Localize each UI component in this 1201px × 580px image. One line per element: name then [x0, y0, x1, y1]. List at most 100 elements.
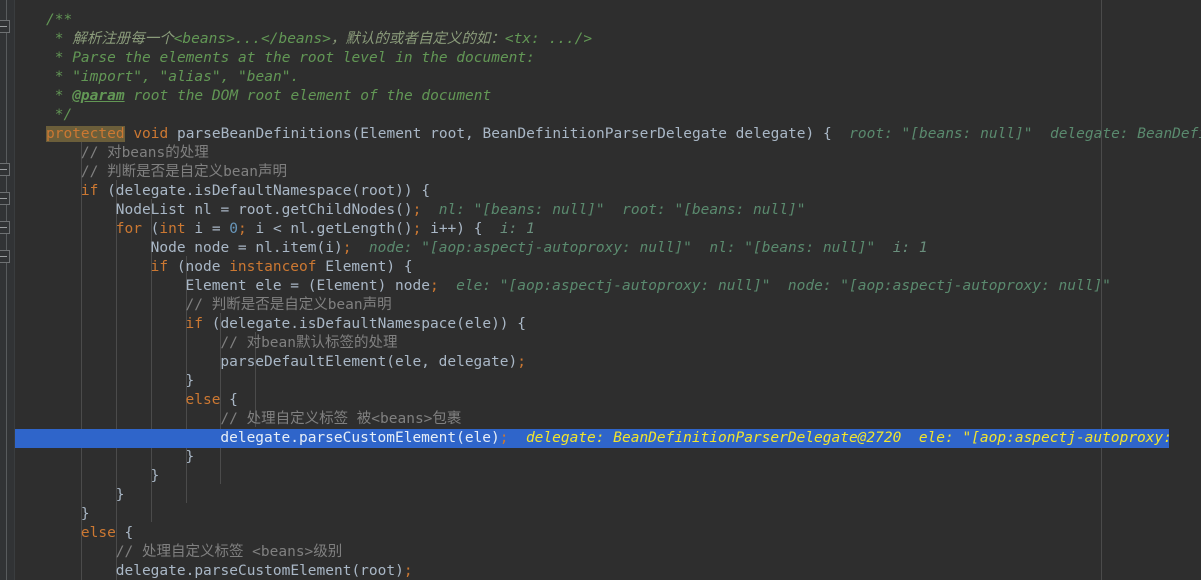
- code-token: 0: [229, 221, 239, 237]
- code-token: i: 1: [499, 221, 535, 237]
- code-editor[interactable]: /** * 解析注册每一个<beans>...</beans>，默认的或者自定义…: [0, 0, 1201, 580]
- code-token: ，默认的或者自定义的如：: [330, 31, 505, 47]
- code-surface[interactable]: /** * 解析注册每一个<beans>...</beans>，默认的或者自定义…: [14, 0, 1201, 580]
- fold-marker-method-1[interactable]: [0, 163, 10, 176]
- code-token: Node node = nl.item(i): [150, 240, 343, 256]
- code-line[interactable]: else {: [186, 391, 238, 410]
- code-token: ;: [412, 202, 422, 218]
- code-token: <beans>...</beans>: [173, 31, 331, 47]
- code-token: delegate: BeanDefinitionParserDelegate@2…: [525, 430, 902, 446]
- code-token: // 对beans的处理: [80, 145, 209, 161]
- code-token: delegate.parseCustomElement(ele): [220, 430, 500, 446]
- code-token: ;: [238, 221, 247, 237]
- code-line[interactable]: // 判断是否是自定义bean声明: [186, 296, 392, 315]
- code-line[interactable]: /**: [46, 11, 72, 30]
- code-line[interactable]: NodeList nl = root.getChildNodes(); nl: …: [116, 201, 806, 220]
- code-token: // 判断是否是自定义bean声明: [185, 297, 392, 313]
- code-line[interactable]: delegate.parseCustomElement(root);: [116, 562, 413, 580]
- code-token: * "import", "alias", "bean".: [46, 69, 300, 85]
- code-token: }: [185, 373, 195, 389]
- code-token: ele: "[aop:aspectj-autoproxy:: [918, 430, 1172, 446]
- code-line[interactable]: }: [186, 372, 195, 391]
- code-token: protected: [46, 126, 125, 142]
- fold-marker-javadoc[interactable]: [0, 20, 10, 33]
- code-token: i < nl.getLength(): [246, 221, 413, 237]
- gutter-vertical-line: [6, 0, 7, 580]
- code-token: parseDefaultElement(ele, delegate): [220, 354, 518, 370]
- code-line[interactable]: Element ele = (Element) node; ele: "[aop…: [186, 277, 1111, 296]
- fold-marker-method-2[interactable]: [0, 192, 10, 205]
- code-token: for: [115, 221, 142, 237]
- code-token: delegate: BeanDefinitionParserDelegate@2…: [1049, 126, 1201, 142]
- code-token: if: [80, 183, 99, 199]
- code-line[interactable]: */: [46, 106, 72, 125]
- code-token: */: [46, 107, 73, 123]
- code-token: (delegate.isDefaultNamespace(ele)) {: [202, 316, 526, 332]
- code-token: root: "[beans: null]": [849, 126, 1033, 142]
- code-token: // 处理自定义标签 被<beans>包裹: [220, 411, 462, 427]
- code-line[interactable]: * @param root the DOM root element of th…: [46, 87, 492, 106]
- code-line[interactable]: }: [186, 448, 195, 467]
- code-token: * Parse the elements at the root level i…: [46, 50, 535, 66]
- code-line[interactable]: * 解析注册每一个<beans>...</beans>，默认的或者自定义的如：<…: [46, 30, 592, 49]
- code-token: // 对bean默认标签的处理: [220, 335, 398, 351]
- code-token: }: [150, 468, 160, 484]
- code-token: 解析注册每一个: [72, 31, 174, 47]
- fold-marker-method-3[interactable]: [0, 221, 10, 234]
- code-line[interactable]: if (delegate.isDefaultNamespace(ele)) {: [186, 315, 526, 334]
- code-token: ;: [429, 278, 439, 294]
- code-line[interactable]: else {: [81, 524, 133, 543]
- code-token: }: [80, 506, 90, 522]
- code-token: delegate.parseCustomElement(root): [115, 563, 404, 579]
- code-line[interactable]: }: [151, 467, 160, 486]
- code-token: }: [115, 487, 125, 503]
- code-line[interactable]: parseDefaultElement(ele, delegate);: [220, 353, 526, 372]
- code-token: ;: [517, 354, 526, 370]
- code-line[interactable]: }: [116, 486, 125, 505]
- code-line[interactable]: // 处理自定义标签 <beans>级别: [116, 543, 343, 562]
- code-line[interactable]: if (delegate.isDefaultNamespace(root)) {: [81, 182, 430, 201]
- code-token: (delegate.isDefaultNamespace(root)) {: [98, 183, 431, 199]
- code-token: root: "[beans: null]": [622, 202, 806, 218]
- code-line[interactable]: protected void parseBeanDefinitions(Elem…: [46, 125, 1201, 144]
- code-line[interactable]: for (int i = 0; i < nl.getLength(); i++)…: [116, 220, 535, 239]
- code-token: else: [80, 525, 116, 541]
- code-token: <tx: .../>: [504, 31, 593, 47]
- code-token: node: "[aop:aspectj-autoproxy: null]": [368, 240, 692, 256]
- code-token: instanceof: [229, 259, 317, 275]
- code-line[interactable]: // 判断是否是自定义bean声明: [81, 163, 287, 182]
- code-line[interactable]: * Parse the elements at the root level i…: [46, 49, 535, 68]
- code-line[interactable]: }: [81, 505, 90, 524]
- code-token: parseBeanDefinitions(Element root, BeanD…: [168, 126, 832, 142]
- editor-gutter[interactable]: [0, 0, 15, 580]
- fold-marker-method-4[interactable]: [0, 250, 10, 263]
- code-token: (: [141, 221, 160, 237]
- code-token: i =: [185, 221, 230, 237]
- code-token: /**: [46, 12, 73, 28]
- code-token: node: "[aop:aspectj-autoproxy: null]": [787, 278, 1111, 294]
- code-token: i: 1: [892, 240, 928, 256]
- code-line[interactable]: // 对bean默认标签的处理: [220, 334, 397, 353]
- code-line[interactable]: // 处理自定义标签 被<beans>包裹: [220, 410, 461, 429]
- code-token: }: [185, 449, 195, 465]
- code-token: ;: [403, 563, 413, 579]
- code-line[interactable]: delegate.parseCustomElement(ele); delega…: [220, 429, 1172, 448]
- code-line[interactable]: // 对beans的处理: [81, 144, 209, 163]
- code-token: if: [185, 316, 203, 332]
- code-token: @param: [72, 88, 125, 104]
- code-token: Element ele = (Element) node: [185, 278, 430, 294]
- code-line[interactable]: if (node instanceof Element) {: [151, 258, 413, 277]
- code-token: {: [115, 525, 134, 541]
- code-line[interactable]: Node node = nl.item(i); node: "[aop:aspe…: [151, 239, 928, 258]
- code-line[interactable]: * "import", "alias", "bean".: [46, 68, 299, 87]
